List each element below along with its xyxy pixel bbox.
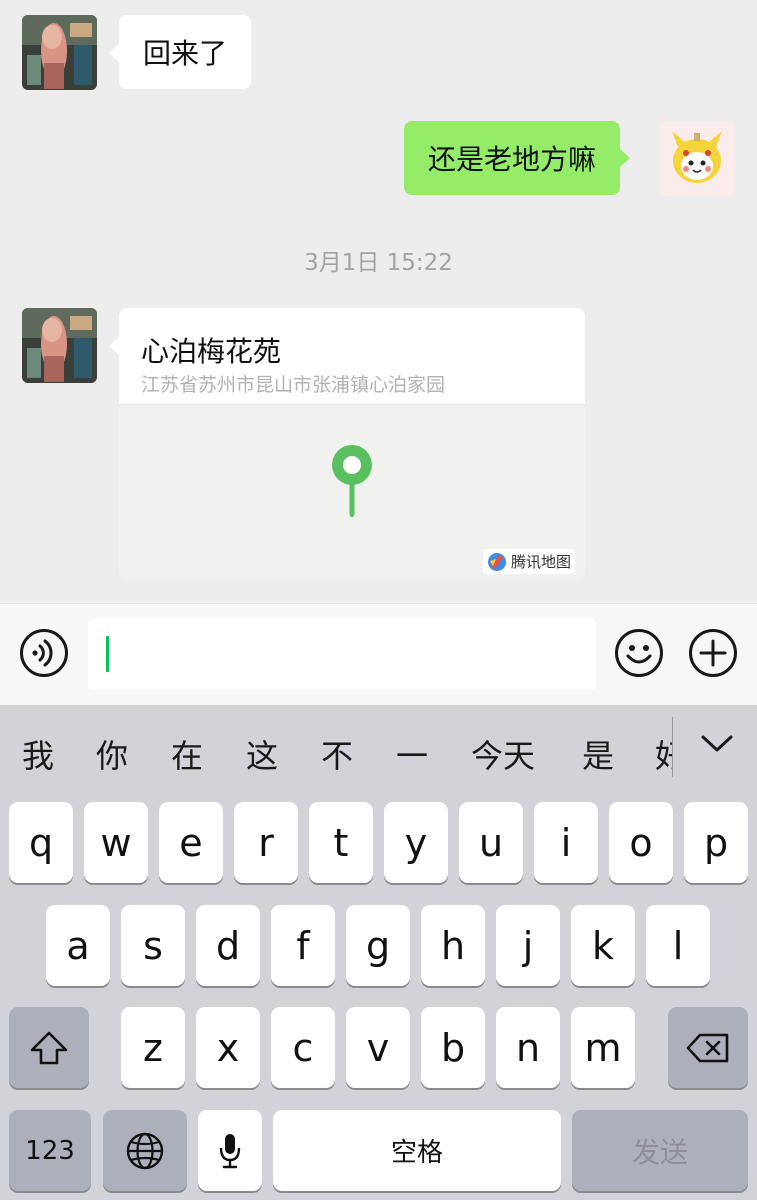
backspace-icon xyxy=(686,1033,729,1062)
map-pin-icon xyxy=(332,445,372,517)
contact-avatar[interactable] xyxy=(22,15,97,90)
key-o[interactable]: o xyxy=(609,802,673,883)
location-card[interactable]: 心泊梅花苑 江苏省苏州市昆山市张浦镇心泊家园 腾讯地图 xyxy=(119,308,585,580)
contact-avatar[interactable] xyxy=(22,308,97,383)
candidate-item[interactable]: 这 xyxy=(246,731,278,777)
location-map-preview[interactable]: 腾讯地图 xyxy=(119,404,585,580)
key-m[interactable]: m xyxy=(571,1007,635,1088)
key-a[interactable]: a xyxy=(46,905,110,986)
key-p[interactable]: p xyxy=(684,802,748,883)
key-g[interactable]: g xyxy=(346,905,410,986)
keyboard: 我 你 在 这 不 一 今天 是 好 q w e r t y u i o p a… xyxy=(0,705,757,1200)
message-input-bar xyxy=(0,603,757,705)
globe-icon xyxy=(126,1132,164,1169)
key-i[interactable]: i xyxy=(534,802,598,883)
key-k[interactable]: k xyxy=(571,905,635,986)
numbers-key[interactable]: 123 xyxy=(9,1110,91,1191)
key-y[interactable]: y xyxy=(384,802,448,883)
message-timestamp: 3月1日 15:22 xyxy=(304,250,453,276)
candidate-item[interactable]: 我 xyxy=(22,731,54,777)
key-n[interactable]: n xyxy=(496,1007,560,1088)
voice-button[interactable] xyxy=(19,628,69,678)
key-w[interactable]: w xyxy=(84,802,148,883)
more-button[interactable] xyxy=(688,628,738,678)
candidate-item[interactable]: 今天 xyxy=(471,731,535,777)
send-key[interactable]: 发送 xyxy=(572,1110,748,1191)
microphone-key[interactable] xyxy=(198,1110,262,1191)
emoji-icon xyxy=(615,629,663,677)
emoji-button[interactable] xyxy=(614,628,664,678)
message-input[interactable] xyxy=(88,618,596,690)
candidate-item[interactable]: 不 xyxy=(321,731,353,777)
key-h[interactable]: h xyxy=(421,905,485,986)
candidate-item[interactable]: 是 xyxy=(582,731,614,777)
candidate-item[interactable]: 一 xyxy=(396,731,428,777)
key-f[interactable]: f xyxy=(271,905,335,986)
candidate-item[interactable]: 在 xyxy=(171,731,203,777)
key-q[interactable]: q xyxy=(9,802,73,883)
location-address: 江苏省苏州市昆山市张浦镇心泊家园 xyxy=(141,374,446,396)
send-key-label: 发送 xyxy=(631,1135,688,1169)
key-z[interactable]: z xyxy=(121,1007,185,1088)
expand-candidates-button[interactable] xyxy=(700,733,734,759)
shift-icon xyxy=(30,1031,68,1064)
microphone-icon xyxy=(219,1133,241,1168)
key-j[interactable]: j xyxy=(496,905,560,986)
map-brand-label: 腾讯地图 xyxy=(510,553,571,571)
chat-area: 回来了 还是老地方嘛 3月1日 15:22 心泊梅花苑 江苏省苏州市昆山市张浦镇… xyxy=(0,0,757,603)
candidate-item[interactable]: 好 xyxy=(655,731,672,777)
location-name: 心泊梅花苑 xyxy=(141,335,282,368)
space-key[interactable]: 空格 xyxy=(273,1110,561,1191)
key-e[interactable]: e xyxy=(159,802,223,883)
map-brand: 腾讯地图 xyxy=(482,549,575,574)
globe-key[interactable] xyxy=(103,1110,187,1191)
tencent-map-icon xyxy=(487,552,506,571)
text-caret xyxy=(106,636,109,672)
chevron-down-icon xyxy=(701,735,733,752)
self-avatar[interactable] xyxy=(660,121,735,196)
backspace-key[interactable] xyxy=(668,1007,748,1088)
space-key-label: 空格 xyxy=(390,1138,443,1168)
key-d[interactable]: d xyxy=(196,905,260,986)
message-text: 回来了 xyxy=(143,37,228,70)
key-b[interactable]: b xyxy=(421,1007,485,1088)
message-text: 还是老地方嘛 xyxy=(428,143,597,176)
key-s[interactable]: s xyxy=(121,905,185,986)
candidate-bar: 我 你 在 这 不 一 今天 是 好 xyxy=(0,705,757,793)
key-x[interactable]: x xyxy=(196,1007,260,1088)
key-u[interactable]: u xyxy=(459,802,523,883)
voice-icon xyxy=(20,629,68,677)
key-v[interactable]: v xyxy=(346,1007,410,1088)
candidate-item[interactable]: 你 xyxy=(96,731,128,777)
message-bubble-received[interactable]: 回来了 xyxy=(108,15,252,89)
key-t[interactable]: t xyxy=(309,802,373,883)
key-l[interactable]: l xyxy=(646,905,710,986)
plus-icon xyxy=(689,629,737,677)
candidate-divider xyxy=(672,717,673,777)
key-r[interactable]: r xyxy=(234,802,298,883)
message-bubble-sent[interactable]: 还是老地方嘛 xyxy=(404,121,631,195)
key-c[interactable]: c xyxy=(271,1007,335,1088)
numbers-key-label: 123 xyxy=(25,1135,75,1166)
shift-key[interactable] xyxy=(9,1007,89,1088)
